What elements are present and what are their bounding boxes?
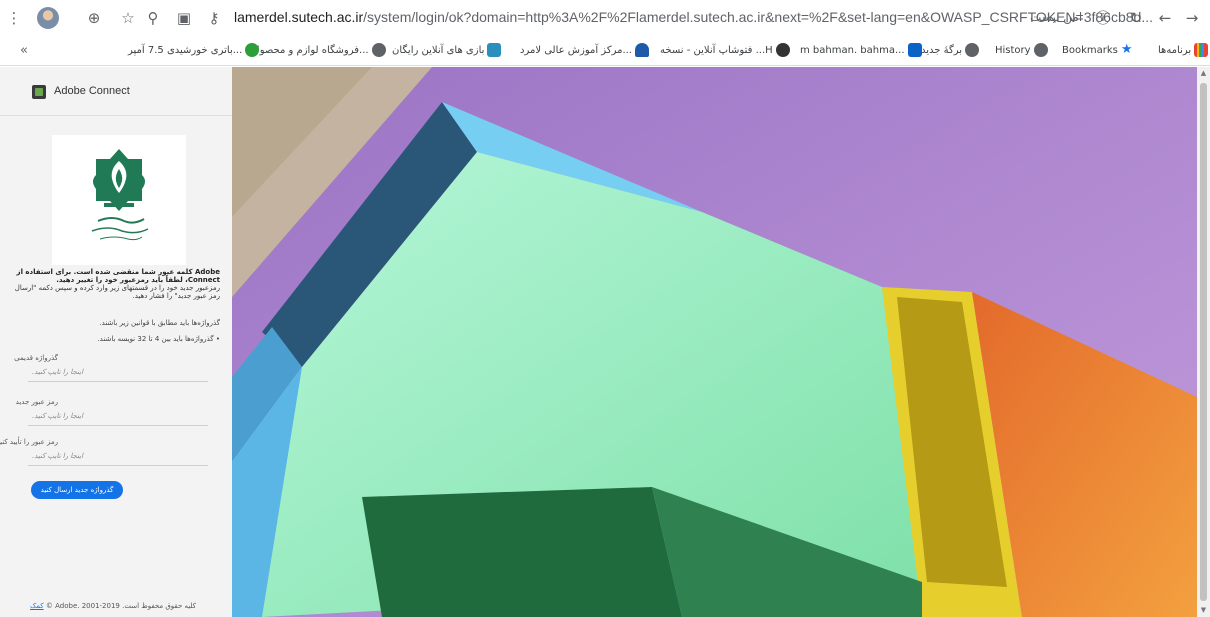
- bookmark-label: فروشگاه لوازم و محصولا...: [254, 45, 369, 56]
- bookmark-photoshop[interactable]: فتوشاپ آنلاین - نسخه ...H: [660, 43, 793, 59]
- key-icon[interactable]: ⚷: [204, 8, 224, 28]
- security-label[interactable]: امن نیست: [1030, 10, 1082, 24]
- bookmark-label: برنامه‌ها: [1158, 45, 1192, 56]
- bookmark-label: History: [995, 45, 1031, 56]
- bookmark-label: فتوشاپ آنلاین - نسخه ...H: [660, 45, 773, 56]
- bookmark-outlook[interactable]: m bahman. bahma...: [800, 43, 925, 59]
- bookmark-label: Bookmarks: [1062, 45, 1118, 56]
- reload-icon[interactable]: ↻: [1126, 8, 1146, 28]
- bookmark-label: بازی های آنلاین رایگان: [392, 45, 485, 56]
- globe-icon: [1033, 43, 1048, 57]
- browser-window: ⋮ ⊕ ☆ ⚲ ▣ ⚷ lamerdel.sutech.ac.ir/system…: [0, 0, 1210, 617]
- battery-icon: [245, 43, 260, 57]
- new-password-input[interactable]: [32, 410, 204, 422]
- expired-password-message: Adobe کلمه عبور شما منقضی شده است. برای …: [6, 268, 220, 300]
- password-rules-intro: گذرواژه‌ها باید مطابق با قوانین زیر باشن…: [99, 319, 220, 327]
- password-rule-item: • گذرواژه‌ها باید بین 4 تا 32 نویسه باشن…: [97, 335, 220, 343]
- star-icon: ★: [1120, 42, 1133, 57]
- bookmark-bookmarks[interactable]: Bookmarks ★: [1062, 43, 1138, 59]
- photoshop-icon: [775, 43, 790, 57]
- confirm-password-field: رمز عبور را تأیید کنید: [0, 438, 208, 466]
- screen-share-icon[interactable]: ▣: [174, 8, 194, 28]
- menu-icon[interactable]: ⋮: [4, 8, 24, 28]
- message-instructions: رمزعبور جدید خود را در قسمتهای زیر وارد …: [14, 284, 220, 300]
- bookmark-new-tab[interactable]: برگهٔ جدید: [921, 43, 982, 59]
- confirm-password-label: رمز عبور را تأیید کنید: [0, 438, 58, 446]
- old-password-field: گذرواژه قدیمی: [14, 354, 208, 382]
- old-password-input[interactable]: [32, 366, 204, 378]
- institution-logo: [52, 135, 186, 265]
- bookmark-label: برگهٔ جدید: [921, 45, 963, 56]
- copyright-text: کلیه حقوق محفوظ است. Adobe. 2001-2019 ©: [45, 602, 197, 610]
- submit-new-password-button[interactable]: گذرواژه جدید ارسال کنید: [31, 481, 123, 499]
- back-icon[interactable]: ←: [1155, 8, 1175, 28]
- new-password-field: رمز عبور جدید: [16, 398, 208, 426]
- url-field[interactable]: lamerdel.sutech.ac.ir/system/login/ok?do…: [234, 9, 1153, 25]
- background-artwork: [232, 67, 1197, 617]
- apps-icon: [1194, 43, 1209, 57]
- globe-icon[interactable]: ⊕: [84, 8, 104, 28]
- institution-emblem-icon: [91, 149, 149, 241]
- bookmark-history[interactable]: History: [995, 43, 1051, 59]
- help-link[interactable]: کمک: [30, 602, 44, 610]
- vertical-scrollbar[interactable]: ▲ ▼: [1197, 67, 1210, 617]
- globe-icon: [965, 43, 980, 57]
- bookmark-label: مرکز آموزش عالی لامرد...: [520, 45, 632, 56]
- old-password-label: گذرواژه قدیمی: [14, 354, 58, 362]
- globe-icon: [371, 43, 386, 57]
- panel-header: Adobe Connect: [0, 67, 232, 116]
- university-icon: [635, 43, 649, 57]
- bookmark-games[interactable]: بازی های آنلاین رایگان: [392, 43, 504, 59]
- bookmark-shop[interactable]: فروشگاه لوازم و محصولا...: [254, 43, 389, 59]
- bookmark-label: m bahman. bahma...: [800, 45, 905, 56]
- game-icon: [487, 43, 502, 57]
- search-icon[interactable]: ⚲: [143, 8, 163, 28]
- url-host: lamerdel.sutech.ac.ir: [234, 9, 364, 25]
- bookmark-apps[interactable]: برنامه‌ها: [1158, 43, 1210, 59]
- bookmarks-overflow-icon[interactable]: «: [20, 43, 28, 59]
- bookmarks-bar: « برنامه‌ها Bookmarks ★ History برگهٔ جدی…: [0, 36, 1210, 66]
- confirm-password-input[interactable]: [32, 450, 204, 462]
- info-icon[interactable]: ⓘ: [1093, 8, 1113, 28]
- outlook-icon: [907, 43, 922, 57]
- message-bold: Adobe کلمه عبور شما منقضی شده است. برای …: [16, 268, 220, 284]
- avatar[interactable]: [37, 7, 59, 29]
- bookmark-label: باتری خورشیدی 7.5 آمپر...: [128, 45, 243, 56]
- new-password-label: رمز عبور جدید: [15, 398, 58, 406]
- address-bar-row: ⋮ ⊕ ☆ ⚲ ▣ ⚷ lamerdel.sutech.ac.ir/system…: [0, 0, 1210, 36]
- bookmark-battery[interactable]: باتری خورشیدی 7.5 آمپر...: [128, 43, 262, 59]
- abstract-artwork-image: [232, 67, 1197, 617]
- login-panel: Adobe Connect Adobe کلمه عبور شما منقضی …: [0, 67, 232, 617]
- adobe-connect-logo-icon: [32, 85, 46, 99]
- app-title: Adobe Connect: [54, 85, 130, 97]
- scrollbar-thumb[interactable]: [1200, 83, 1207, 601]
- scroll-down-icon[interactable]: ▼: [1199, 606, 1208, 614]
- forward-icon[interactable]: →: [1182, 8, 1202, 28]
- copyright-footer: کلیه حقوق محفوظ است. Adobe. 2001-2019 © …: [30, 602, 220, 610]
- password-rule-text: گذرواژه‌ها باید بین 4 تا 32 نویسه باشند.: [97, 335, 214, 343]
- scroll-up-icon[interactable]: ▲: [1199, 69, 1208, 77]
- bookmark-university[interactable]: مرکز آموزش عالی لامرد...: [520, 43, 652, 59]
- star-icon[interactable]: ☆: [118, 8, 138, 28]
